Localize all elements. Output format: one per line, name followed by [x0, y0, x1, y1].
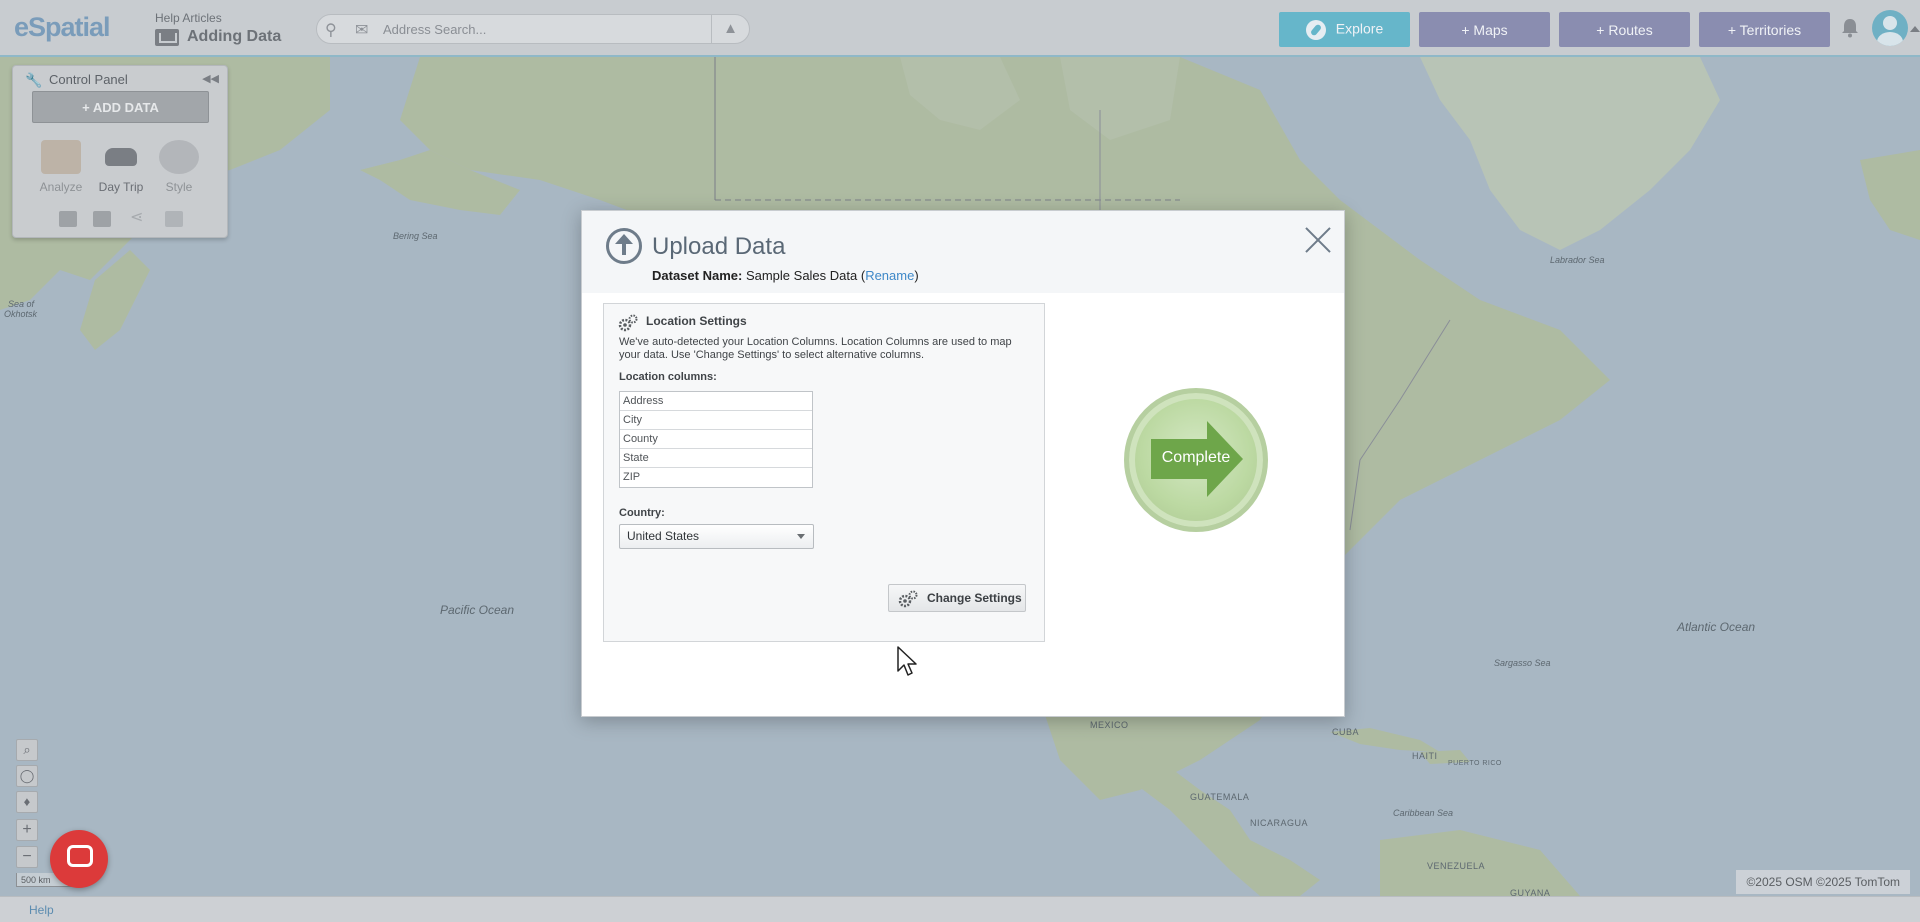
change-settings-label: Change Settings — [927, 591, 1022, 605]
notifications-bell-icon[interactable] — [1841, 18, 1859, 38]
zoom-out-button[interactable]: − — [16, 846, 38, 868]
upload-data-dialog: Upload Data Dataset Name: Sample Sales D… — [581, 210, 1345, 717]
address-search-input[interactable] — [383, 17, 703, 41]
zoom-box-icon[interactable]: ⌕ — [16, 739, 38, 761]
routes-button[interactable]: + Routes — [1559, 12, 1690, 47]
mouse-cursor-icon — [897, 646, 917, 676]
control-panel-title: Control Panel — [49, 72, 128, 87]
location-column-item: Address — [620, 392, 812, 411]
country-select[interactable]: United States — [619, 524, 814, 549]
dropdown-arrow-icon — [797, 534, 805, 539]
location-column-item: ZIP — [623, 471, 641, 483]
globe-icon[interactable]: ◯ — [16, 765, 38, 787]
help-articles[interactable]: Help Articles Adding Data — [155, 11, 281, 46]
style-label: Style — [165, 180, 193, 194]
map-attribution: ©2025 OSM ©2025 TomTom — [1736, 870, 1910, 894]
help-article-title[interactable]: Adding Data — [155, 28, 281, 46]
map-pin-search-icon[interactable]: ⚲ — [325, 20, 347, 40]
map-label-pacific-ocean: Pacific Ocean — [440, 603, 515, 617]
add-pin-icon[interactable]: ▲ — [711, 15, 749, 43]
day-trip-tool[interactable]: Day Trip — [91, 140, 151, 194]
map-label-haiti: HAITI — [1412, 751, 1438, 761]
chat-search-icon[interactable]: ✉ — [355, 20, 377, 40]
collapse-icon[interactable]: ◀◀ — [202, 72, 219, 85]
folder-open-icon[interactable] — [93, 211, 111, 227]
complete-button[interactable]: Complete — [1124, 388, 1268, 532]
analyze-tool[interactable]: Analyze — [31, 140, 91, 194]
car-icon — [101, 140, 141, 174]
location-column-item: City — [620, 411, 812, 430]
dataset-name-value: Sample Sales Data — [745, 268, 858, 283]
zoom-in-button[interactable]: + — [16, 819, 38, 841]
style-icon — [159, 140, 199, 174]
maps-button[interactable]: + Maps — [1419, 12, 1550, 47]
country-select-value: United States — [627, 529, 700, 543]
map-label-atlantic-ocean: Atlantic Ocean — [1677, 620, 1756, 634]
map-label-guatemala: GUATEMALA — [1190, 792, 1250, 802]
wrench-icon: 🔧 — [25, 72, 43, 88]
gears-icon — [618, 314, 638, 332]
map-label-venezuela: VENEZUELA — [1427, 861, 1486, 871]
compass-north-icon[interactable]: ♦ — [16, 791, 38, 813]
dataset-name-row: Dataset Name: Sample Sales Data (Rename) — [652, 268, 919, 283]
territories-button[interactable]: + Territories — [1699, 12, 1830, 47]
day-trip-label: Day Trip — [98, 180, 144, 194]
upload-icon — [606, 228, 642, 264]
espatial-logo[interactable]: eSpatial — [14, 12, 111, 43]
gears-icon — [898, 590, 918, 608]
dataset-name-label: Dataset Name: — [652, 268, 743, 283]
map-label-sea-okhotsk: Sea of — [8, 299, 35, 309]
compass-icon — [1305, 19, 1326, 40]
save-icon[interactable] — [59, 211, 77, 227]
location-columns-label: Location columns: — [619, 371, 717, 383]
explore-button-label: Explore — [1335, 20, 1384, 37]
map-label-labrador-sea: Labrador Sea — [1550, 255, 1605, 265]
explore-button[interactable]: Explore — [1279, 12, 1410, 47]
map-label-nicaragua: NICARAGUA — [1250, 818, 1309, 828]
scroll-up-icon[interactable] — [1910, 26, 1920, 32]
close-dialog-button[interactable] — [1302, 223, 1334, 255]
style-tool[interactable]: Style — [149, 140, 209, 194]
map-label-mexico: MEXICO — [1090, 720, 1129, 730]
complete-label: Complete — [1161, 449, 1231, 466]
map-label-bering-sea: Bering Sea — [393, 231, 438, 241]
location-columns-list: Address City County State ZIP — [619, 391, 813, 488]
map-label-sea-okhotsk-2: Okhotsk — [4, 309, 38, 319]
map-label-pr: PUERTO RICO — [1448, 760, 1502, 767]
location-column-item: County — [620, 430, 812, 449]
control-panel: 🔧 Control Panel ◀◀ + ADD DATA Analyze Da… — [12, 65, 228, 238]
dialog-title: Upload Data — [652, 233, 786, 260]
rename-link[interactable]: Rename — [865, 268, 914, 283]
map-label-cuba: CUBA — [1332, 727, 1360, 737]
add-data-button[interactable]: + ADD DATA — [32, 91, 209, 123]
top-bar: eSpatial Help Articles Adding Data ⚲ ✉ ▲… — [0, 0, 1920, 57]
location-settings-title: Location Settings — [646, 314, 747, 328]
help-articles-label: Help Articles — [155, 11, 222, 25]
country-label: Country: — [619, 507, 665, 519]
help-article-title-text: Adding Data — [187, 28, 282, 45]
analyze-label: Analyze — [39, 180, 83, 194]
analyze-icon — [41, 140, 81, 174]
change-settings-button[interactable]: Change Settings — [888, 584, 1026, 612]
add-data-label: ADD DATA — [92, 99, 159, 115]
share-icon[interactable] — [130, 207, 148, 227]
chat-icon — [67, 845, 93, 867]
user-avatar[interactable] — [1872, 10, 1908, 46]
export-icon[interactable] — [165, 211, 183, 227]
location-settings-description: We've auto-detected your Location Column… — [619, 336, 1012, 361]
map-label-caribbean-sea: Caribbean Sea — [1393, 808, 1454, 818]
chat-support-button[interactable] — [50, 830, 108, 888]
location-settings-panel: Location Settings We've auto-detected yo… — [603, 303, 1045, 642]
mail-icon — [155, 28, 179, 46]
address-search: ⚲ ✉ ▲ — [316, 14, 750, 44]
footer-help-link[interactable]: Help — [29, 903, 54, 917]
location-column-item: State — [620, 449, 812, 468]
footer-bar: Help — [0, 896, 1920, 922]
map-label-sargasso-sea: Sargasso Sea — [1494, 658, 1551, 668]
dialog-header: Upload Data Dataset Name: Sample Sales D… — [582, 211, 1344, 293]
